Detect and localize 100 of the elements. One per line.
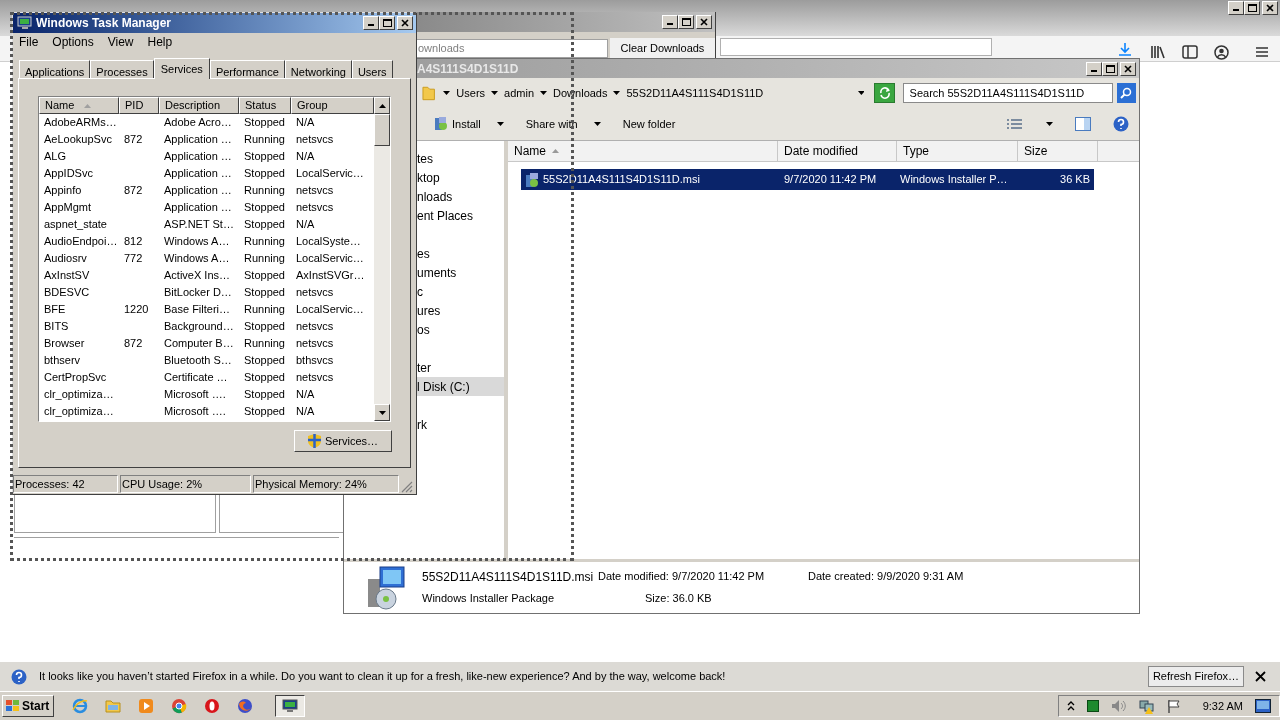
nav-item[interactable]: ter (417, 358, 504, 377)
file-row[interactable]: 55S2D11A4S111S4D1S11D.msi 9/7/2020 11:42 PM Windows Installer P… 36 KB (521, 169, 1094, 190)
column-header[interactable]: Name (508, 141, 778, 161)
table-cell-text: Running (243, 336, 286, 352)
show-desktop-icon[interactable] (1255, 699, 1271, 713)
folder-icon (105, 698, 121, 714)
table-cell-text: LocalServic… (295, 251, 365, 267)
table-cell-text: Application … (163, 132, 233, 148)
minimize-button[interactable] (662, 15, 678, 29)
minimize-button[interactable] (363, 16, 379, 30)
breadcrumb-item[interactable]: 55S2D11A4S111S4D1S11D (626, 84, 764, 102)
table-cell-text: ALG (43, 149, 67, 165)
column-header[interactable]: Status (239, 97, 291, 114)
sidebar-icon[interactable] (1182, 45, 1198, 59)
tab[interactable]: Services (153, 58, 210, 79)
download-icon[interactable] (1118, 42, 1132, 56)
scroll-up-button[interactable] (374, 97, 390, 114)
view-options-icon[interactable] (1006, 118, 1024, 130)
column-header[interactable]: Date modified (778, 141, 897, 161)
scroll-thumb[interactable] (374, 114, 390, 146)
network-icon[interactable] (1138, 698, 1155, 714)
nav-item[interactable]: ent Places (417, 206, 504, 225)
nav-item[interactable]: es (417, 244, 504, 263)
menu-icon[interactable] (1255, 46, 1269, 58)
nav-item[interactable]: tes (417, 149, 504, 168)
close-icon[interactable] (1255, 671, 1266, 682)
search-button[interactable] (1116, 83, 1137, 103)
flag-icon[interactable] (1166, 699, 1181, 713)
nav-item[interactable]: ktop (417, 168, 504, 187)
toolbar-button[interactable]: Install (434, 115, 504, 133)
tab[interactable]: Performance (209, 60, 285, 78)
close-button[interactable] (1120, 61, 1136, 76)
close-button[interactable] (397, 16, 413, 30)
nav-item[interactable]: nloads (417, 187, 504, 206)
nav-item[interactable]: ures (417, 301, 504, 320)
refresh-button[interactable] (874, 83, 895, 103)
column-header[interactable]: Name (39, 97, 119, 114)
start-button[interactable]: Start (2, 695, 54, 717)
table-cell-text: Adobe Acro… (163, 115, 233, 131)
column-header[interactable]: Type (897, 141, 1018, 161)
close-button[interactable] (1262, 1, 1278, 15)
maximize-button[interactable] (1102, 61, 1118, 76)
maximize-button[interactable] (379, 16, 395, 30)
table-cell-text: bthsvcs (295, 353, 335, 369)
table-cell-text: clr_optimiza… (43, 404, 115, 420)
nav-item[interactable]: l Disk (C:) (417, 377, 504, 396)
table-cell-text: N/A (295, 115, 316, 131)
table-cell-text: Running (243, 132, 286, 148)
menu-item[interactable]: View (107, 33, 134, 51)
column-header[interactable]: Description (159, 97, 239, 114)
maximize-button[interactable] (678, 15, 694, 29)
table-cell-text: clr_optimiza… (43, 387, 115, 403)
preview-pane-icon[interactable] (1075, 117, 1091, 131)
status-text: Physical Memory: 24% (253, 475, 399, 493)
services-button[interactable]: Services… (294, 430, 392, 452)
help-icon[interactable] (1113, 116, 1129, 132)
maximize-icon (382, 19, 392, 27)
tab[interactable]: Users (351, 60, 393, 78)
column-header[interactable]: Size (1018, 141, 1098, 161)
account-icon[interactable] (1214, 45, 1229, 60)
column-header[interactable]: PID (119, 97, 159, 114)
nav-item[interactable]: uments (417, 263, 504, 282)
taskbar-button[interactable] (275, 695, 305, 717)
table-cell-text: Stopped (243, 370, 286, 386)
breadcrumb-item[interactable]: admin (504, 84, 535, 102)
menu-item[interactable]: Options (52, 33, 94, 51)
dropdown-icon (1046, 122, 1053, 126)
table-cell-text: Stopped (243, 404, 286, 420)
column-header[interactable]: Group (291, 97, 374, 114)
address-field[interactable] (720, 38, 992, 56)
tab[interactable]: Networking (284, 60, 352, 78)
resize-grip-icon[interactable] (401, 481, 413, 493)
search-field[interactable]: Search 55S2D11A4S111S4D1S11D (902, 83, 1113, 103)
clear-downloads-button[interactable]: Clear Downloads (610, 38, 715, 58)
menu-item[interactable]: File (19, 33, 39, 51)
nav-item[interactable]: c (417, 282, 504, 301)
close-button[interactable] (696, 15, 712, 29)
table-cell-text: ASP.NET St… (163, 217, 235, 233)
minimize-button[interactable] (1086, 61, 1102, 76)
breadcrumb-item[interactable]: Downloads (553, 84, 608, 102)
date-created: Date created: 9/9/2020 9:31 AM (808, 569, 965, 585)
refresh-firefox-button[interactable]: Refresh Firefox… (1148, 666, 1244, 687)
library-icon[interactable] (1150, 45, 1166, 59)
status-square-icon[interactable] (1086, 700, 1099, 712)
chevron-up-icon[interactable] (1066, 701, 1075, 711)
scroll-down-button[interactable] (374, 404, 390, 421)
minimize-button[interactable] (1228, 1, 1244, 15)
chevron-icon (540, 91, 548, 95)
nav-item[interactable]: rk (417, 415, 504, 434)
search-field[interactable]: ownloads (416, 38, 608, 58)
tab[interactable]: Applications (19, 60, 91, 78)
menu-item[interactable]: Help (147, 33, 173, 51)
nav-item[interactable]: os (417, 320, 504, 339)
tab[interactable]: Processes (90, 60, 154, 78)
maximize-button[interactable] (1244, 1, 1260, 15)
windows-flag-icon (6, 700, 20, 712)
table-cell-text: Application … (163, 183, 233, 199)
breadcrumb-item[interactable]: Users (456, 84, 486, 102)
toolbar-button[interactable]: New folder (622, 115, 676, 133)
table-cell-text: Stopped (243, 115, 286, 131)
